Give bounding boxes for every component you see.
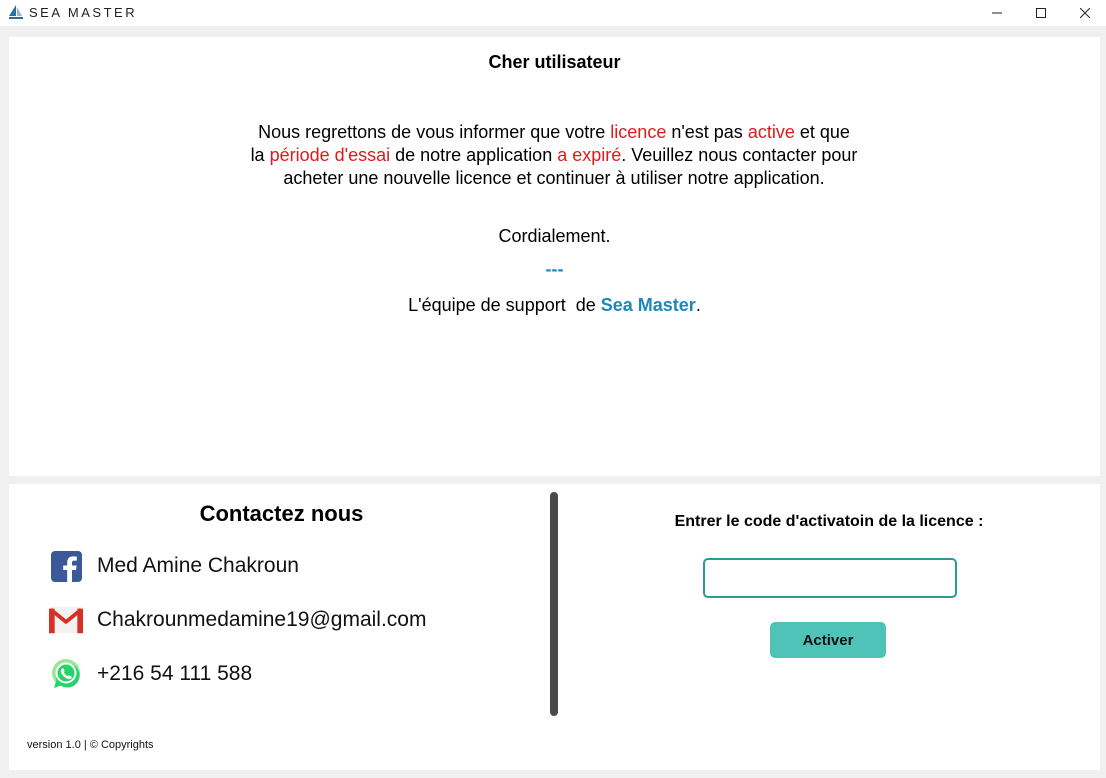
contact-facebook[interactable]: Med Amine Chakroun [49,549,299,583]
message-highlight: a expiré [557,145,622,165]
contact-email[interactable]: Chakrounmedamine19@gmail.com [49,603,426,637]
maximize-icon [1036,8,1046,18]
expiry-message: Nous regrettons de vous informer que vot… [250,121,858,190]
version-text: version 1.0 | © Copyrights [27,739,154,751]
facebook-icon [49,549,83,583]
signature-suffix: . [695,295,701,315]
closing-text: Cordialement. [498,226,611,246]
license-label: Entrer le code d'activatoin de la licenc… [674,513,984,530]
license-code-input[interactable] [703,558,957,598]
bottom-panel: Contactez nous Med Amine Chakroun Chakro… [9,484,1100,770]
message-part: de notre application [390,145,558,165]
contact-whatsapp[interactable]: +216 54 111 588 [49,657,252,691]
minimize-icon [992,12,1002,14]
message-part: Nous regrettons de vous informer que vot… [258,122,611,142]
minimize-button[interactable] [974,0,1020,26]
gmail-icon [49,603,83,637]
section-divider [550,492,558,716]
maximize-button[interactable] [1018,0,1064,26]
message-highlight: période d'essai [269,145,391,165]
contact-title: Contactez nous [199,501,364,526]
greeting-heading: Cher utilisateur [488,52,621,72]
close-icon [1080,8,1090,18]
title-bar: SEA MASTER [0,0,1106,26]
message-highlight: licence [610,122,667,142]
signature: L'équipe de support de Sea Master. [9,295,1100,316]
phone-number: +216 54 111 588 [97,662,253,685]
whatsapp-icon [49,657,83,691]
email-address: Chakrounmedamine19@gmail.com [97,608,427,631]
separator: --- [545,259,564,279]
activate-button[interactable]: Activer [770,622,886,658]
message-highlight: active [747,122,795,142]
sailboat-logo-icon [8,5,24,19]
facebook-name: Med Amine Chakroun [97,554,299,577]
brand-name: Sea Master [600,295,696,315]
signature-prefix: L'équipe de support de [408,295,601,315]
app-title: SEA MASTER [29,5,138,20]
message-panel: Cher utilisateur Nous regrettons de vous… [9,37,1100,476]
close-button[interactable] [1062,0,1106,26]
message-part: n'est pas [666,122,748,142]
